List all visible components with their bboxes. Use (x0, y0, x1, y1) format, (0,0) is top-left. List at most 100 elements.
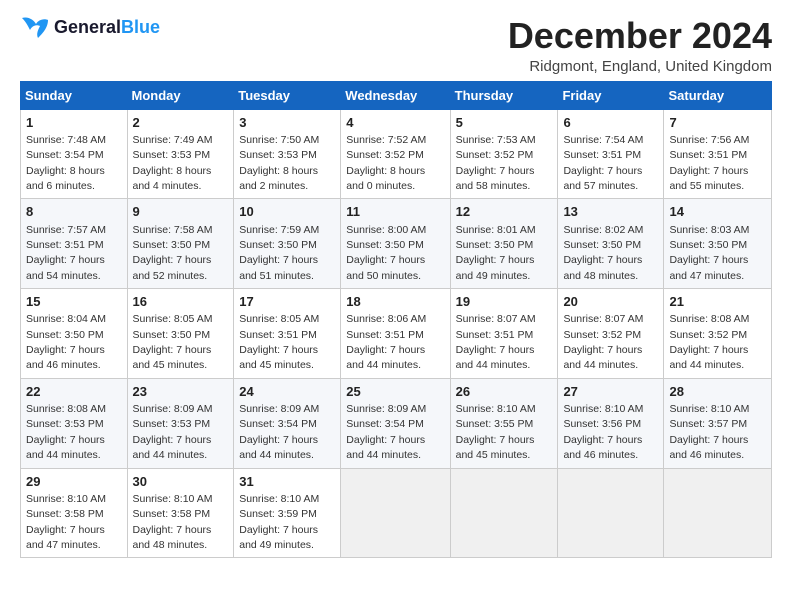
calendar-cell: 21Sunrise: 8:08 AMSunset: 3:52 PMDayligh… (664, 289, 772, 379)
day-info: Sunrise: 8:01 AMSunset: 3:50 PMDaylight:… (456, 224, 536, 282)
day-number: 7 (669, 114, 766, 132)
calendar-cell: 12 Sunrise: 8:01 AMSunset: 3:50 PMDayligh… (450, 199, 558, 289)
day-info: Sunrise: 8:09 AMSunset: 3:53 PMDaylight:… (133, 403, 213, 461)
calendar-cell: 30 Sunrise: 8:10 AMSunset: 3:58 PMDayligh… (127, 468, 234, 558)
weekday-wednesday: Wednesday (341, 81, 450, 109)
calendar-table: SundayMondayTuesdayWednesdayThursdayFrid… (20, 81, 772, 559)
calendar-week-5: 29Sunrise: 8:10 AMSunset: 3:58 PMDayligh… (21, 468, 772, 558)
day-number: 26 (456, 383, 553, 401)
calendar-cell: 6 Sunrise: 7:54 AMSunset: 3:51 PMDaylight… (558, 109, 664, 199)
calendar-cell: 15Sunrise: 8:04 AMSunset: 3:50 PMDayligh… (21, 289, 128, 379)
day-number: 20 (563, 293, 658, 311)
calendar-cell: 13Sunrise: 8:02 AMSunset: 3:50 PMDayligh… (558, 199, 664, 289)
page-container: GeneralBlue December 2024 Ridgmont, Engl… (0, 0, 792, 568)
day-info: Sunrise: 7:50 AMSunset: 3:53 PMDaylight:… (239, 134, 319, 192)
day-number: 31 (239, 473, 335, 491)
weekday-thursday: Thursday (450, 81, 558, 109)
day-info: Sunrise: 8:05 AMSunset: 3:50 PMDaylight:… (133, 313, 213, 371)
day-info: Sunrise: 8:03 AMSunset: 3:50 PMDaylight:… (669, 224, 749, 282)
calendar-week-4: 22Sunrise: 8:08 AMSunset: 3:53 PMDayligh… (21, 378, 772, 468)
day-info: Sunrise: 7:49 AMSunset: 3:53 PMDaylight:… (133, 134, 213, 192)
day-number: 23 (133, 383, 229, 401)
day-info: Sunrise: 7:58 AMSunset: 3:50 PMDaylight:… (133, 224, 213, 282)
day-number: 21 (669, 293, 766, 311)
calendar-cell: 31 Sunrise: 8:10 AMSunset: 3:59 PMDayligh… (234, 468, 341, 558)
weekday-monday: Monday (127, 81, 234, 109)
calendar-cell: 5 Sunrise: 7:53 AMSunset: 3:52 PMDaylight… (450, 109, 558, 199)
calendar-cell: 23 Sunrise: 8:09 AMSunset: 3:53 PMDayligh… (127, 378, 234, 468)
day-info: Sunrise: 8:09 AMSunset: 3:54 PMDaylight:… (239, 403, 319, 461)
day-number: 6 (563, 114, 658, 132)
day-info: Sunrise: 8:07 AMSunset: 3:51 PMDaylight:… (456, 313, 536, 371)
day-number: 18 (346, 293, 444, 311)
day-number: 8 (26, 203, 122, 221)
day-number: 16 (133, 293, 229, 311)
day-info: Sunrise: 8:05 AMSunset: 3:51 PMDaylight:… (239, 313, 319, 371)
day-number: 3 (239, 114, 335, 132)
day-info: Sunrise: 8:06 AMSunset: 3:51 PMDaylight:… (346, 313, 426, 371)
calendar-cell: 9Sunrise: 7:58 AMSunset: 3:50 PMDaylight… (127, 199, 234, 289)
calendar-cell: 10Sunrise: 7:59 AMSunset: 3:50 PMDayligh… (234, 199, 341, 289)
calendar-cell: 29Sunrise: 8:10 AMSunset: 3:58 PMDayligh… (21, 468, 128, 558)
calendar-cell: 16 Sunrise: 8:05 AMSunset: 3:50 PMDayligh… (127, 289, 234, 379)
weekday-saturday: Saturday (664, 81, 772, 109)
calendar-cell: 2 Sunrise: 7:49 AMSunset: 3:53 PMDaylight… (127, 109, 234, 199)
weekday-sunday: Sunday (21, 81, 128, 109)
calendar-cell: 1 Sunrise: 7:48 AMSunset: 3:54 PMDaylight… (21, 109, 128, 199)
day-number: 17 (239, 293, 335, 311)
calendar-cell (558, 468, 664, 558)
title-block: December 2024 Ridgmont, England, United … (508, 16, 772, 75)
calendar-cell: 4 Sunrise: 7:52 AMSunset: 3:52 PMDaylight… (341, 109, 450, 199)
day-info: Sunrise: 7:57 AMSunset: 3:51 PMDaylight:… (26, 224, 106, 282)
location: Ridgmont, England, United Kingdom (508, 58, 772, 75)
day-number: 24 (239, 383, 335, 401)
day-number: 30 (133, 473, 229, 491)
day-info: Sunrise: 8:10 AMSunset: 3:59 PMDaylight:… (239, 493, 319, 551)
weekday-header-row: SundayMondayTuesdayWednesdayThursdayFrid… (21, 81, 772, 109)
day-info: Sunrise: 8:02 AMSunset: 3:50 PMDaylight:… (563, 224, 643, 282)
day-info: Sunrise: 7:52 AMSunset: 3:52 PMDaylight:… (346, 134, 426, 192)
calendar-week-1: 1 Sunrise: 7:48 AMSunset: 3:54 PMDaylight… (21, 109, 772, 199)
day-number: 25 (346, 383, 444, 401)
day-number: 12 (456, 203, 553, 221)
logo: GeneralBlue (20, 16, 160, 40)
calendar-cell: 3 Sunrise: 7:50 AMSunset: 3:53 PMDaylight… (234, 109, 341, 199)
logo-text: GeneralBlue (54, 18, 160, 38)
calendar-cell (341, 468, 450, 558)
day-info: Sunrise: 8:10 AMSunset: 3:56 PMDaylight:… (563, 403, 643, 461)
day-number: 2 (133, 114, 229, 132)
day-info: Sunrise: 7:48 AMSunset: 3:54 PMDaylight:… (26, 134, 106, 192)
day-number: 4 (346, 114, 444, 132)
day-info: Sunrise: 8:10 AMSunset: 3:58 PMDaylight:… (26, 493, 106, 551)
header: GeneralBlue December 2024 Ridgmont, Engl… (20, 16, 772, 75)
calendar-cell: 22Sunrise: 8:08 AMSunset: 3:53 PMDayligh… (21, 378, 128, 468)
calendar-cell: 26Sunrise: 8:10 AMSunset: 3:55 PMDayligh… (450, 378, 558, 468)
calendar-cell: 18 Sunrise: 8:06 AMSunset: 3:51 PMDayligh… (341, 289, 450, 379)
day-number: 15 (26, 293, 122, 311)
calendar-cell (450, 468, 558, 558)
calendar-cell (664, 468, 772, 558)
calendar-cell: 8 Sunrise: 7:57 AMSunset: 3:51 PMDaylight… (21, 199, 128, 289)
day-info: Sunrise: 7:54 AMSunset: 3:51 PMDaylight:… (563, 134, 643, 192)
day-info: Sunrise: 7:56 AMSunset: 3:51 PMDaylight:… (669, 134, 749, 192)
day-info: Sunrise: 8:07 AMSunset: 3:52 PMDaylight:… (563, 313, 643, 371)
day-number: 5 (456, 114, 553, 132)
calendar-cell: 24 Sunrise: 8:09 AMSunset: 3:54 PMDayligh… (234, 378, 341, 468)
day-number: 28 (669, 383, 766, 401)
day-number: 11 (346, 203, 444, 221)
day-info: Sunrise: 8:10 AMSunset: 3:57 PMDaylight:… (669, 403, 749, 461)
day-info: Sunrise: 7:59 AMSunset: 3:50 PMDaylight:… (239, 224, 319, 282)
day-info: Sunrise: 7:53 AMSunset: 3:52 PMDaylight:… (456, 134, 536, 192)
day-number: 1 (26, 114, 122, 132)
day-info: Sunrise: 8:09 AMSunset: 3:54 PMDaylight:… (346, 403, 426, 461)
calendar-cell: 17 Sunrise: 8:05 AMSunset: 3:51 PMDayligh… (234, 289, 341, 379)
calendar-cell: 25 Sunrise: 8:09 AMSunset: 3:54 PMDayligh… (341, 378, 450, 468)
day-number: 27 (563, 383, 658, 401)
calendar-cell: 28 Sunrise: 8:10 AMSunset: 3:57 PMDayligh… (664, 378, 772, 468)
day-number: 19 (456, 293, 553, 311)
month-title: December 2024 (508, 16, 772, 56)
calendar-cell: 14Sunrise: 8:03 AMSunset: 3:50 PMDayligh… (664, 199, 772, 289)
day-info: Sunrise: 8:10 AMSunset: 3:58 PMDaylight:… (133, 493, 213, 551)
calendar-cell: 11Sunrise: 8:00 AMSunset: 3:50 PMDayligh… (341, 199, 450, 289)
calendar-week-2: 8 Sunrise: 7:57 AMSunset: 3:51 PMDaylight… (21, 199, 772, 289)
